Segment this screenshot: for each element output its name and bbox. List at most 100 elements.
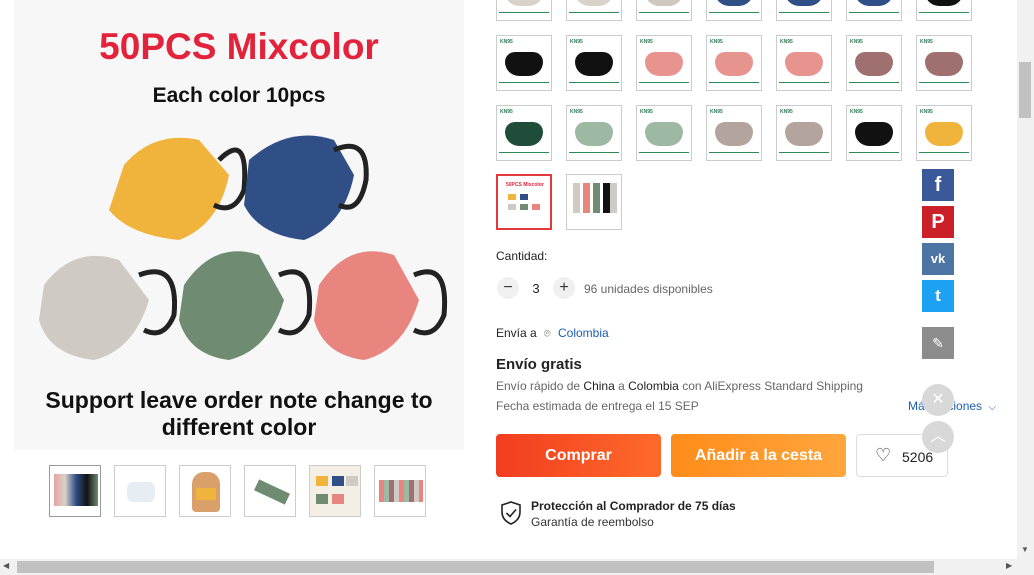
- sku-footer-bar: [499, 12, 549, 17]
- sku-tag: KN95: [640, 109, 653, 115]
- vk-share-icon[interactable]: vk: [922, 243, 954, 275]
- wishlist-count: 5206: [902, 449, 934, 465]
- available-units: 96 unidades disponibles: [584, 282, 713, 296]
- sku-footer-bar: [569, 82, 619, 87]
- edit-feedback-icon[interactable]: ✎: [922, 327, 954, 359]
- sku-option[interactable]: KN95: [636, 105, 692, 161]
- vertical-scrollbar[interactable]: ▼: [1017, 0, 1034, 559]
- scroll-right-arrow-icon[interactable]: ▶: [1006, 561, 1012, 570]
- horizontal-scrollbar-thumb[interactable]: [17, 561, 934, 573]
- sku-option[interactable]: KN95: [706, 0, 762, 21]
- sku-mask-swatch: [575, 122, 613, 146]
- sku-mask-swatch: [925, 52, 963, 76]
- sku-option[interactable]: KN95: [636, 35, 692, 91]
- add-to-cart-button[interactable]: Añadir a la cesta: [671, 434, 846, 477]
- sku-option[interactable]: KN95: [496, 105, 552, 161]
- thumbnail[interactable]: [49, 465, 101, 517]
- sku-tag: KN95: [640, 39, 653, 45]
- sku-option[interactable]: KN95: [496, 35, 552, 91]
- sku-option[interactable]: KN95: [776, 0, 832, 21]
- scroll-down-arrow-icon[interactable]: ▼: [1021, 545, 1029, 554]
- sku-footer-bar: [499, 152, 549, 157]
- quantity-decrease-button[interactable]: −: [497, 277, 519, 299]
- scroll-to-top-icon[interactable]: ︿: [922, 421, 954, 453]
- sku-option[interactable]: KN95: [496, 0, 552, 21]
- sku-option[interactable]: KN95: [916, 105, 972, 161]
- image-bottom-line2: different color: [161, 414, 317, 440]
- sku-mask-swatch: [785, 52, 823, 76]
- sku-footer-bar: [639, 152, 689, 157]
- thumbnail[interactable]: [114, 465, 166, 517]
- sku-option[interactable]: KN95: [776, 35, 832, 91]
- sku-footer-bar: [919, 12, 969, 17]
- sku-tag: KN95: [780, 39, 793, 45]
- sku-mask-swatch: [855, 52, 893, 76]
- mask-green: [179, 251, 313, 360]
- sku-option[interactable]: KN95: [846, 0, 902, 21]
- ship-to-label: Envía a: [496, 326, 537, 340]
- buy-now-button[interactable]: Comprar: [496, 434, 661, 477]
- sku-option-mixcolor-grid[interactable]: [566, 174, 622, 230]
- mask-beige: [39, 255, 178, 360]
- shipping-origin: China: [583, 379, 615, 393]
- sku-option[interactable]: KN95: [566, 0, 622, 21]
- sku-option[interactable]: KN95: [706, 105, 762, 161]
- buyer-protection-title: Protección al Comprador de 75 días: [531, 499, 736, 513]
- quantity-increase-button[interactable]: +: [553, 277, 575, 299]
- sku-option[interactable]: KN95: [916, 35, 972, 91]
- horizontal-scrollbar[interactable]: ◀ ▶: [0, 559, 1034, 575]
- main-product-image[interactable]: 50PCS Mixcolor Each color 10pcs Support …: [14, 0, 464, 450]
- thumbnail[interactable]: [244, 465, 296, 517]
- sku-tag: KN95: [920, 39, 933, 45]
- vertical-scrollbar-thumb[interactable]: [1019, 62, 1031, 118]
- sku-footer-bar: [849, 152, 899, 157]
- sku-option-50pcs-mixcolor[interactable]: 50PCS Mixcolor: [496, 174, 552, 230]
- shield-check-icon: [499, 500, 523, 526]
- sku-mask-swatch: [925, 0, 963, 6]
- sku-mask-swatch: [505, 52, 543, 76]
- sku-footer-bar: [639, 12, 689, 17]
- sku-tag: KN95: [570, 39, 583, 45]
- sku-footer-bar: [779, 82, 829, 87]
- ship-to-country[interactable]: Colombia: [558, 326, 609, 340]
- thumbnail[interactable]: [374, 465, 426, 517]
- sku-tag: KN95: [500, 39, 513, 45]
- pinterest-share-icon[interactable]: P: [922, 206, 954, 238]
- shipping-details: Envío rápido de China a Colombia con Ali…: [496, 379, 863, 393]
- close-icon[interactable]: ✕: [922, 384, 954, 416]
- sku-tag: KN95: [710, 39, 723, 45]
- heart-icon: ♡: [875, 445, 892, 465]
- thumbnail[interactable]: [309, 465, 361, 517]
- sku-mask-swatch: [645, 122, 683, 146]
- sku-mask-swatch: [575, 0, 613, 6]
- quantity-input[interactable]: 3: [527, 281, 545, 296]
- mask-blue: [244, 135, 369, 240]
- sku-option[interactable]: KN95: [566, 35, 622, 91]
- sku-footer-bar: [919, 82, 969, 87]
- shipping-destination: Colombia: [628, 379, 679, 393]
- buyer-protection-subtitle: Garantía de reembolso: [531, 515, 654, 529]
- scroll-left-arrow-icon[interactable]: ◀: [3, 561, 9, 570]
- masks-illustration: [39, 135, 448, 360]
- sku-option[interactable]: KN95: [916, 0, 972, 21]
- sku-option[interactable]: KN95: [776, 105, 832, 161]
- sku-footer-bar: [639, 82, 689, 87]
- sku-mask-swatch: [785, 0, 823, 6]
- mask-pink: [314, 251, 448, 360]
- sku-mask-swatch: [645, 52, 683, 76]
- sku-option[interactable]: KN95: [636, 0, 692, 21]
- sku-tag: KN95: [570, 109, 583, 115]
- sku-tag: KN95: [710, 109, 723, 115]
- sku-footer-bar: [569, 12, 619, 17]
- twitter-share-icon[interactable]: t: [922, 280, 954, 312]
- sku-option[interactable]: KN95: [706, 35, 762, 91]
- thumbnail[interactable]: [179, 465, 231, 517]
- sku-footer-bar: [499, 82, 549, 87]
- sku-footer-bar: [849, 82, 899, 87]
- sku-option[interactable]: KN95: [846, 35, 902, 91]
- sku-option[interactable]: KN95: [566, 105, 622, 161]
- image-bottom-line1: Support leave order note change to: [45, 387, 433, 413]
- sku-option[interactable]: KN95: [846, 105, 902, 161]
- sku-mask-swatch: [925, 122, 963, 146]
- facebook-share-icon[interactable]: f: [922, 169, 954, 201]
